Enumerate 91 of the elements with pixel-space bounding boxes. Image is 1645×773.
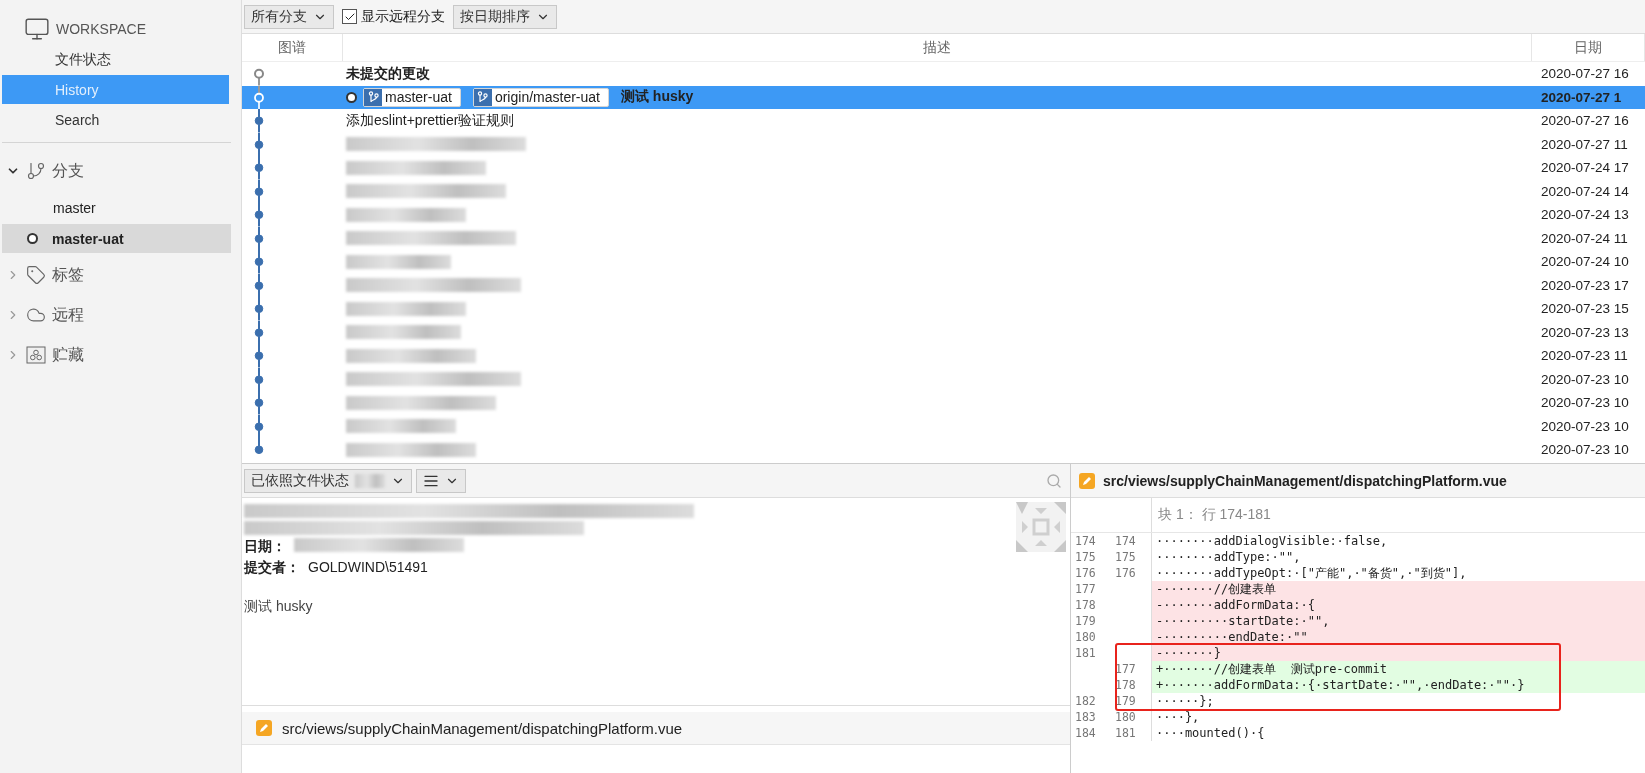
sidebar-item[interactable]: Search	[2, 105, 229, 134]
commit-date: 2020-07-27 16	[1540, 66, 1630, 82]
commit-description: 测试 husky	[620, 88, 694, 107]
code-line: ····},	[1155, 709, 1200, 725]
commit-date: 2020-07-24 14	[1540, 183, 1630, 199]
branch-item[interactable]: master-uat	[2, 224, 231, 253]
branch-icon	[477, 90, 489, 104]
file-filter-dropdown[interactable]: 已依照文件状态	[244, 468, 412, 493]
current-branch-icon	[27, 233, 38, 244]
search-icon[interactable]	[1046, 472, 1062, 489]
view-mode-dropdown[interactable]	[416, 468, 466, 493]
column-header[interactable]: 日期	[1532, 34, 1645, 61]
modified-file-icon	[1079, 472, 1095, 489]
commit-message: 测试 husky	[244, 598, 314, 616]
commit-row[interactable]: 2020-07-23 17	[242, 273, 1645, 297]
section-label[interactable]: 标签	[52, 264, 84, 286]
commit-row[interactable]: 2020-07-23 10	[242, 367, 1645, 391]
commit-row[interactable]: 2020-07-23 13	[242, 320, 1645, 344]
code-line: -·······addFormData:·{	[1155, 597, 1315, 613]
commit-row[interactable]: 添加eslint+prettier验证规则 2020-07-27 16	[242, 109, 1645, 133]
branch-icon	[367, 90, 379, 104]
commit-row[interactable]: 2020-07-23 11	[242, 344, 1645, 368]
column-header[interactable]: 描述	[343, 34, 1532, 61]
commit-row[interactable]: 2020-07-24 13	[242, 203, 1645, 227]
commit-date: 2020-07-23 17	[1540, 277, 1630, 293]
code-line: ········addDialogVisible:·false,	[1155, 533, 1388, 549]
commit-date: 2020-07-27 16	[1540, 113, 1630, 129]
diff-file-path: src/views/supplyChainManagement/dispatchingPlatform.vue	[1103, 472, 1507, 489]
field-value: GOLDWIND\51491	[308, 559, 428, 577]
code-line: ····mounted()·{	[1155, 725, 1265, 741]
code-line: ········addType:·"",	[1155, 549, 1301, 565]
commit-row[interactable]: 2020-07-23 10	[242, 438, 1645, 462]
code-line: -·······//创建表单	[1155, 581, 1277, 597]
commit-date: 2020-07-24 13	[1540, 207, 1630, 223]
field-label: 提交者：	[244, 559, 300, 577]
checkbox-label[interactable]: 显示远程分支	[361, 7, 445, 26]
commit-description: 未提交的更改	[346, 64, 430, 83]
sort-dropdown[interactable]: 按日期排序	[453, 4, 557, 29]
section-label[interactable]: 分支	[52, 160, 84, 182]
branch-tag-label: origin/master-uat	[494, 89, 600, 106]
commit-date: 2020-07-24 11	[1540, 230, 1629, 246]
branch-item[interactable]: master	[2, 193, 231, 222]
field-label: 日期：	[244, 538, 286, 556]
column-header[interactable]: 图谱	[242, 34, 343, 61]
avatar-icon	[1016, 502, 1066, 552]
code-line: -·······}	[1155, 645, 1222, 661]
commit-date: 2020-07-23 10	[1540, 418, 1630, 434]
branch-icon	[26, 161, 46, 181]
commit-date: 2020-07-24 10	[1540, 254, 1630, 270]
commit-date: 2020-07-23 11	[1540, 348, 1629, 364]
code-line: +·······//创建表单 测试pre-commit	[1155, 661, 1387, 677]
commit-row[interactable]: master-uat origin/master-uat 测试 husky 2020-07-27 1	[242, 85, 1645, 109]
commit-row[interactable]: 未提交的更改 2020-07-27 16	[242, 62, 1645, 86]
branch-filter-dropdown[interactable]: 所有分支	[244, 4, 334, 29]
branch-name: master-uat	[52, 230, 124, 247]
checkbox[interactable]	[342, 9, 357, 24]
commit-row[interactable]: 2020-07-27 11	[242, 132, 1645, 156]
commit-date: 2020-07-27 11	[1540, 136, 1629, 152]
modified-file-icon	[256, 720, 272, 736]
commit-row[interactable]: 2020-07-24 10	[242, 250, 1645, 274]
section-label[interactable]: 远程	[52, 304, 84, 326]
commit-description: 添加eslint+prettier验证规则	[346, 111, 515, 130]
branch-tag-label: master-uat	[385, 89, 452, 106]
code-line: ········addTypeOpt:·["产能",·"备货",·"到货"],	[1155, 565, 1467, 581]
commit-row[interactable]: 2020-07-23 10	[242, 414, 1645, 438]
branch-name: master	[53, 199, 96, 216]
commit-row[interactable]: 2020-07-23 15	[242, 297, 1645, 321]
commit-date: 2020-07-23 13	[1540, 324, 1630, 340]
stash-icon	[26, 346, 46, 364]
commit-row[interactable]: 2020-07-23 10	[242, 391, 1645, 415]
commit-row[interactable]: 2020-07-24 11	[242, 226, 1645, 250]
section-label[interactable]: 贮藏	[52, 344, 84, 366]
monitor-icon	[24, 16, 50, 42]
commit-date: 2020-07-27 1	[1540, 89, 1623, 105]
sidebar-item[interactable]: 文件状态	[2, 45, 229, 74]
code-line: ······};	[1155, 693, 1214, 709]
commit-row[interactable]: 2020-07-24 14	[242, 179, 1645, 203]
file-path: src/views/supplyChainManagement/dispatchingPlatform.vue	[282, 719, 683, 737]
commit-row[interactable]: 2020-07-24 17	[242, 156, 1645, 180]
commit-date: 2020-07-23 10	[1540, 442, 1630, 458]
commit-date: 2020-07-23 10	[1540, 395, 1630, 411]
tag-icon	[26, 265, 46, 285]
commit-date: 2020-07-24 17	[1540, 160, 1630, 176]
commit-date: 2020-07-23 15	[1540, 301, 1630, 317]
workspace-title: WORKSPACE	[56, 21, 146, 37]
commit-date: 2020-07-23 10	[1540, 371, 1630, 387]
file-row[interactable]: src/views/supplyChainManagement/dispatchingPlatform.vue	[242, 712, 1070, 745]
code-line: -·········endDate:·""	[1155, 629, 1308, 645]
code-line: -·········startDate:·"",	[1155, 613, 1330, 629]
code-line: +·······addFormData:·{·startDate:·"",·endDate:·""·}	[1155, 677, 1525, 693]
hunk-header: 块 1： 行 174-181	[1157, 505, 1271, 524]
